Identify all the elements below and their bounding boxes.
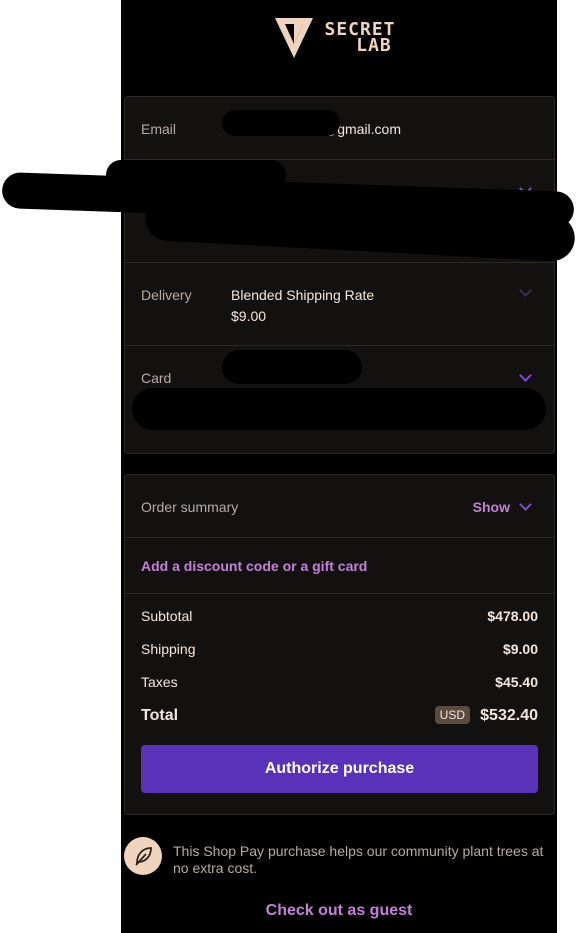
tree-message: This Shop Pay purchase helps our communi… (173, 843, 544, 876)
order-summary-header[interactable]: Order summary Show (125, 475, 554, 538)
shipping-label: Shipping (141, 641, 196, 657)
email-row[interactable]: Email @gmail.com (125, 97, 554, 160)
redaction-mark (132, 388, 546, 430)
brand-logo: SECRET LAB (273, 16, 405, 62)
discount-code-link[interactable]: Add a discount code or a gift card (141, 558, 367, 574)
total-line: Total USD $532.40 (141, 705, 538, 729)
chevron-down-icon[interactable] (519, 498, 532, 511)
order-summary-card: Order summary Show Add a discount code o… (124, 474, 555, 815)
delivery-label: Delivery (141, 287, 192, 303)
subtotal-label: Subtotal (141, 608, 193, 624)
subtotal-line: Subtotal $478.00 (141, 608, 538, 624)
checkout-panel: SECRET LAB Email @gmail.com Delivery Ble… (121, 0, 557, 933)
show-summary-toggle[interactable]: Show (473, 499, 510, 515)
redaction-mark (222, 350, 362, 384)
total-amount: $532.40 (480, 707, 538, 724)
guest-checkout-link[interactable]: Check out as guest (121, 902, 557, 920)
chevron-down-icon[interactable] (519, 284, 532, 297)
shipping-amount: $9.00 (502, 641, 538, 657)
card-label: Card (141, 370, 172, 386)
authorize-purchase-button[interactable]: Authorize purchase (141, 745, 538, 793)
brand-wordmark: SECRET LAB (324, 19, 396, 56)
discount-row: Add a discount code or a gift card (125, 537, 554, 594)
secretlab-mark-icon (275, 18, 313, 58)
delivery-row[interactable]: Delivery Blended Shipping Rate $9.00 (125, 263, 554, 346)
currency-badge: USD (434, 706, 470, 724)
redaction-mark (222, 110, 340, 136)
taxes-amount: $45.40 (495, 674, 538, 690)
order-summary-title: Order summary (141, 499, 239, 515)
total-label: Total (141, 707, 179, 724)
delivery-price: $9.00 (231, 308, 267, 324)
taxes-label: Taxes (141, 674, 178, 690)
delivery-method: Blended Shipping Rate (231, 287, 375, 303)
shipping-line: Shipping $9.00 (141, 641, 538, 657)
email-label: Email (141, 121, 177, 137)
subtotal-amount: $478.00 (487, 608, 538, 624)
taxes-line: Taxes $45.40 (141, 674, 538, 690)
leaf-icon (124, 837, 162, 875)
chevron-down-icon[interactable] (519, 369, 532, 382)
